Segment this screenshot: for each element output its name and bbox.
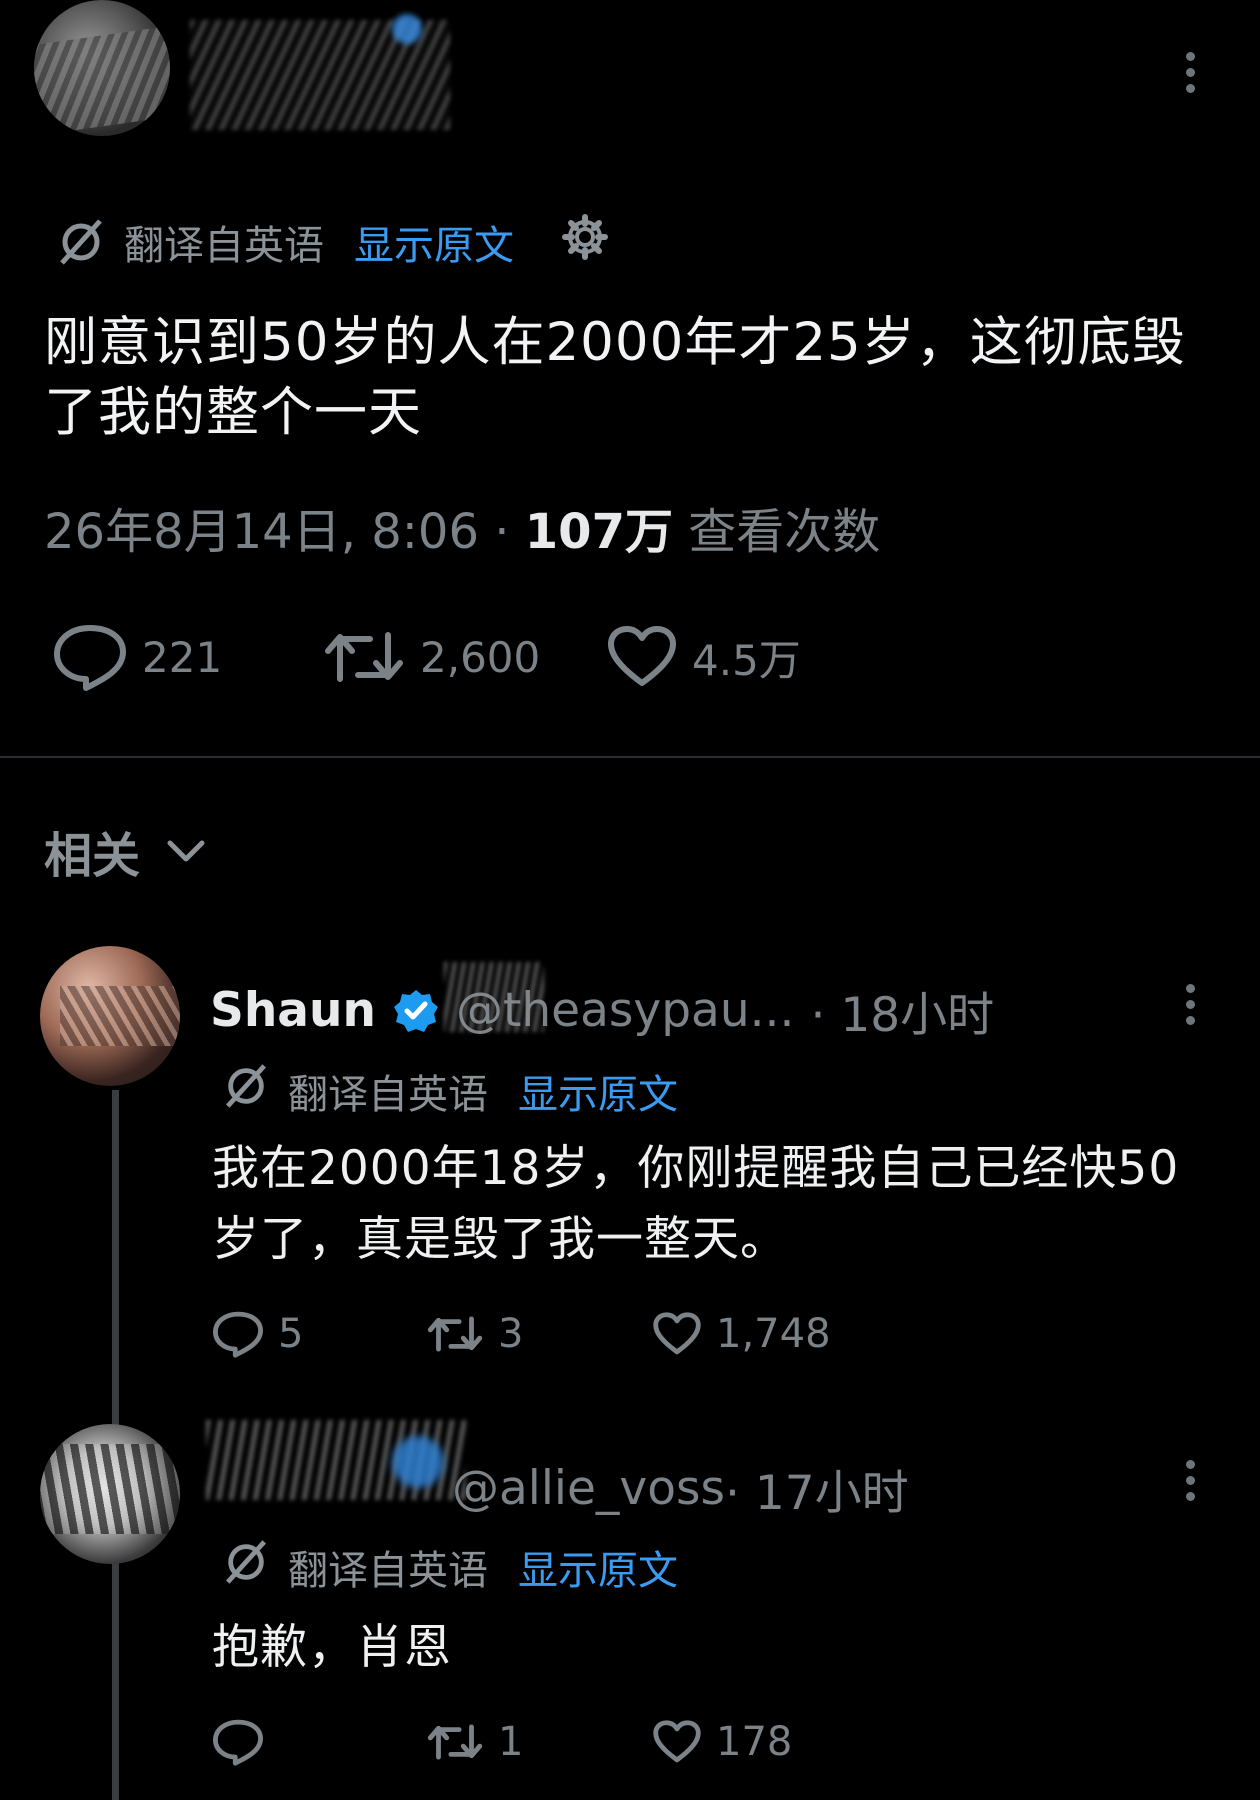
verified-badge-icon [392, 1436, 444, 1488]
redaction-scribble [60, 986, 180, 1046]
heart-icon [608, 626, 676, 686]
like-count: 4.5万 [692, 635, 801, 685]
like-button[interactable]: 178 [652, 1719, 792, 1765]
reply-time[interactable]: · 17小时 [725, 1454, 909, 1523]
reply-text: 我在2000年18岁，你刚提醒我自己已经快50岁了，真是毁了我一整天。 [212, 1141, 1180, 1267]
redaction-scribble [444, 962, 544, 1032]
reply-button[interactable]: 5 [212, 1310, 426, 1358]
tweet-meta: 26年8月14日, 8:06 · 107万 查看次数 [44, 492, 880, 562]
like-count: 178 [716, 1719, 793, 1765]
timestamp[interactable]: 26年8月14日, 8:06 · [44, 504, 525, 560]
retweet-button[interactable]: 1 [426, 1719, 652, 1765]
like-button[interactable]: 1,748 [652, 1311, 831, 1357]
reply-icon [213, 1719, 263, 1766]
reply-header: @allie_voss · 17小时 [452, 1454, 909, 1523]
more-options-button[interactable] [1183, 52, 1197, 93]
retweet-count: 1 [498, 1719, 524, 1765]
reply-actions: 5 3 1,748 [212, 1310, 831, 1358]
reply-author-name[interactable]: Shaun [210, 983, 376, 1038]
translated-from-label: 翻译自英语 [288, 1072, 488, 1118]
translation-bar: 翻译自英语 显示原文 [222, 1538, 678, 1596]
reply-icon [213, 1311, 263, 1358]
reply-icon [54, 625, 126, 691]
retweet-count: 3 [498, 1311, 524, 1357]
reply-author-handle[interactable]: @allie_voss [452, 1461, 725, 1516]
reply-text: 抱歉，肖恩 [212, 1620, 452, 1675]
view-count-label: 查看次数 [672, 504, 881, 560]
redaction-scribble [34, 13, 170, 136]
like-count: 1,748 [716, 1311, 831, 1357]
reply-time[interactable]: · 18小时 [810, 976, 994, 1045]
translate-icon [222, 1538, 270, 1596]
translated-from-label: 翻译自英语 [124, 223, 324, 269]
translation-bar: 翻译自英语 显示原文 [222, 1062, 678, 1120]
reply-avatar[interactable] [40, 1424, 180, 1564]
view-count: 107万 [524, 504, 673, 560]
reply-actions: 1 178 [212, 1718, 792, 1766]
retweet-icon [427, 1724, 483, 1760]
show-original-link[interactable]: 显示原文 [518, 1062, 678, 1120]
translate-icon [222, 1062, 270, 1120]
redaction-scribble [40, 1444, 180, 1534]
verified-badge-icon [393, 989, 438, 1032]
show-original-link[interactable]: 显示原文 [354, 213, 514, 271]
chevron-down-icon [167, 840, 205, 862]
translation-settings-icon[interactable] [560, 212, 610, 272]
show-original-link[interactable]: 显示原文 [518, 1538, 678, 1596]
verified-badge-icon [392, 14, 422, 44]
more-options-button[interactable] [1183, 1460, 1197, 1501]
retweet-icon [325, 632, 403, 682]
reply-count: 5 [278, 1311, 304, 1357]
more-options-button[interactable] [1183, 984, 1197, 1025]
reply-button[interactable]: 221 [52, 622, 322, 692]
tweet-actions: 221 2,600 4.5万 [52, 622, 801, 692]
section-divider [0, 756, 1260, 758]
retweet-count: 2,600 [420, 632, 541, 682]
reply-button[interactable] [212, 1718, 426, 1766]
reply-header: Shaun @theasypau... · 18小时 [210, 976, 994, 1045]
author-avatar[interactable] [34, 0, 170, 136]
translation-bar: 翻译自英语 显示原文 [56, 212, 610, 272]
tweet-text: 刚意识到50岁的人在2000年才25岁，这彻底毁了我的整个一天 [44, 312, 1186, 443]
heart-icon [653, 1720, 701, 1763]
related-toggle[interactable]: 相关 [44, 816, 206, 886]
related-label: 相关 [44, 828, 141, 884]
heart-icon [653, 1312, 701, 1355]
like-button[interactable]: 4.5万 [606, 625, 801, 689]
retweet-button[interactable]: 3 [426, 1311, 652, 1357]
translate-icon [56, 217, 106, 267]
reply-count: 221 [142, 632, 223, 682]
retweet-button[interactable]: 2,600 [322, 625, 606, 689]
translated-from-label: 翻译自英语 [288, 1548, 488, 1594]
reply-avatar[interactable] [40, 946, 180, 1086]
retweet-icon [427, 1316, 483, 1352]
